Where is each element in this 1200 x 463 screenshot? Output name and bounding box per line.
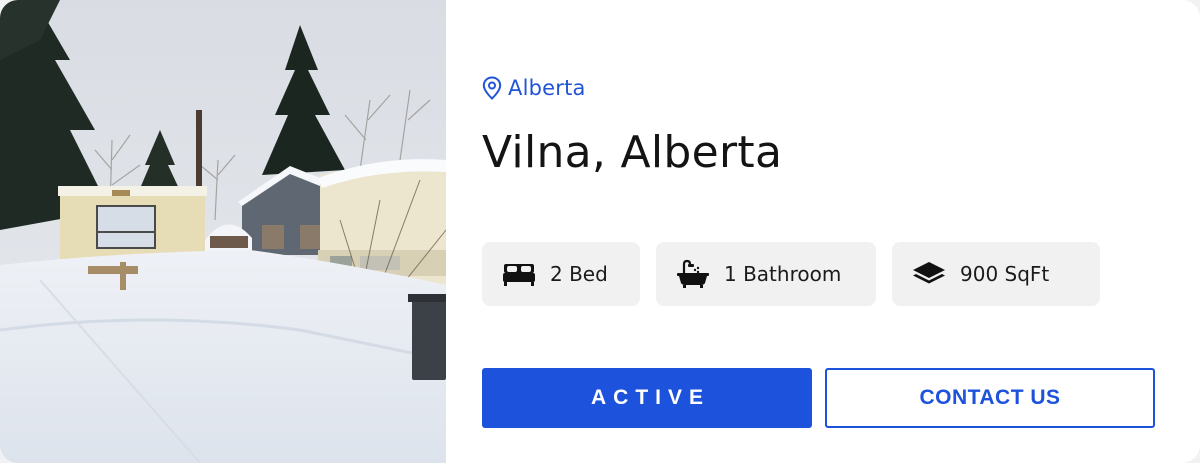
feature-bathrooms-label: 1 Bathroom [724, 262, 842, 286]
contact-us-button[interactable]: CONTACT US [825, 368, 1155, 428]
feature-area-label: 900 SqFt [960, 262, 1050, 286]
listing-photo [0, 0, 446, 463]
location-row: Alberta [482, 74, 586, 102]
location-label: Alberta [508, 76, 586, 100]
bathtub-icon [677, 259, 709, 288]
listing-card[interactable]: Alberta Vilna, Alberta 2 Bed 1 Bathroom … [0, 0, 1200, 463]
feature-bedrooms-label: 2 Bed [550, 262, 608, 286]
feature-area: 900 SqFt [892, 242, 1100, 306]
map-pin-icon [482, 76, 502, 100]
status-button[interactable]: ACTIVE [482, 368, 812, 428]
listing-title: Vilna, Alberta [482, 127, 783, 178]
feature-bedrooms: 2 Bed [482, 242, 640, 306]
feature-bathrooms: 1 Bathroom [656, 242, 876, 306]
layers-icon [913, 262, 945, 284]
bed-icon [503, 264, 535, 286]
